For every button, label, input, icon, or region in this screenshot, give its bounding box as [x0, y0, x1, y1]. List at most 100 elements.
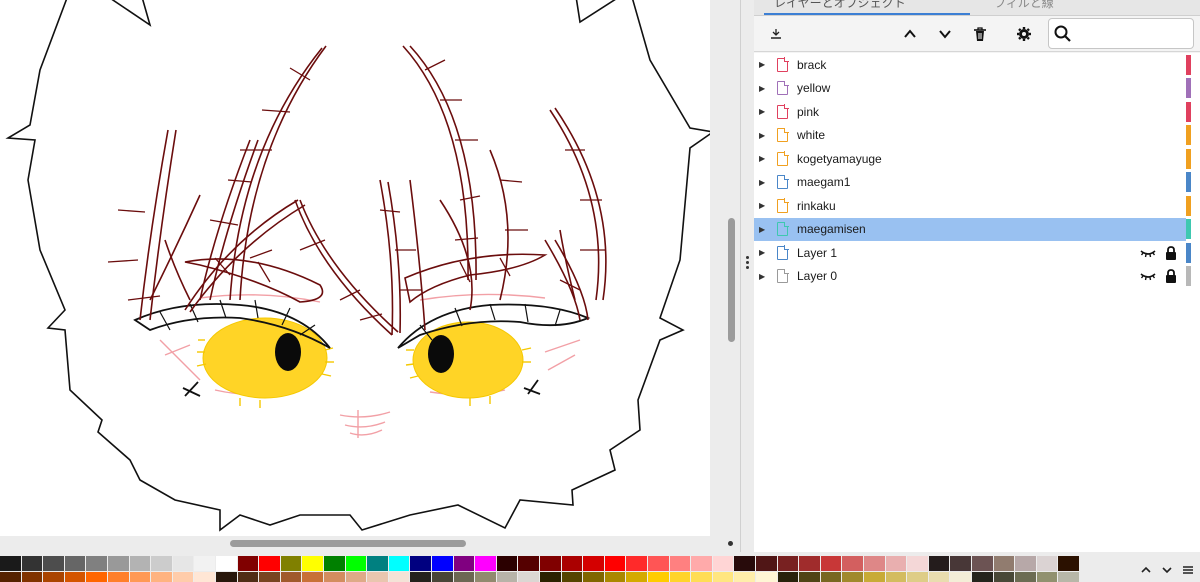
- color-swatch[interactable]: [583, 572, 604, 582]
- color-swatch[interactable]: [1058, 572, 1079, 582]
- color-swatch[interactable]: [972, 572, 993, 582]
- color-swatch[interactable]: [777, 556, 799, 571]
- layer-row[interactable]: ▶ rinkaku: [754, 194, 1186, 217]
- color-swatch[interactable]: [216, 572, 237, 582]
- color-swatch[interactable]: [820, 572, 842, 582]
- color-swatch[interactable]: [1015, 556, 1036, 571]
- layer-color-tag[interactable]: [1186, 266, 1191, 286]
- vertical-scrollbar-thumb[interactable]: [728, 218, 735, 342]
- color-swatch[interactable]: [950, 556, 971, 571]
- color-swatch[interactable]: [324, 572, 345, 582]
- color-swatch[interactable]: [712, 556, 734, 571]
- color-swatch[interactable]: [756, 572, 777, 582]
- lock-icon[interactable]: [1165, 269, 1177, 283]
- new-layer-icon[interactable]: [764, 22, 788, 46]
- color-swatch[interactable]: [864, 556, 885, 571]
- color-swatch[interactable]: [540, 572, 561, 582]
- color-swatch[interactable]: [86, 572, 107, 582]
- color-swatch[interactable]: [345, 556, 367, 571]
- color-swatch[interactable]: [475, 556, 496, 571]
- color-swatch[interactable]: [43, 556, 64, 571]
- color-swatch[interactable]: [734, 572, 755, 582]
- color-swatch[interactable]: [928, 572, 950, 582]
- color-swatch[interactable]: [129, 572, 151, 582]
- color-swatch[interactable]: [583, 556, 604, 571]
- expand-arrow-icon[interactable]: ▶: [759, 201, 767, 210]
- color-swatch[interactable]: [864, 572, 885, 582]
- layer-color-tag[interactable]: [1186, 195, 1191, 216]
- expand-arrow-icon[interactable]: ▶: [759, 178, 767, 187]
- color-swatch[interactable]: [1015, 572, 1036, 582]
- color-swatch[interactable]: [280, 572, 302, 582]
- expand-arrow-icon[interactable]: ▶: [759, 131, 767, 140]
- layer-color-tag[interactable]: [1186, 242, 1191, 263]
- search-input[interactable]: [1077, 22, 1189, 45]
- color-swatch[interactable]: [604, 556, 626, 571]
- layer-row[interactable]: ▶ maegam1: [754, 171, 1186, 194]
- color-swatch[interactable]: [518, 556, 539, 571]
- layer-color-tag[interactable]: [1186, 219, 1191, 239]
- horizontal-scrollbar-thumb[interactable]: [230, 540, 466, 547]
- tab-fill-stroke[interactable]: フィルと線: [984, 0, 1184, 14]
- color-swatch[interactable]: [561, 572, 583, 582]
- drawing-canvas[interactable]: [0, 0, 710, 536]
- layer-color-tag[interactable]: [1186, 148, 1191, 169]
- color-swatch[interactable]: [842, 556, 863, 571]
- divider-grip-icon[interactable]: [746, 256, 749, 272]
- trash-icon[interactable]: [968, 22, 992, 46]
- color-swatch[interactable]: [237, 556, 259, 571]
- color-swatch[interactable]: [259, 572, 280, 582]
- color-swatch[interactable]: [259, 556, 280, 571]
- color-swatch[interactable]: [950, 572, 971, 582]
- color-swatch[interactable]: [928, 556, 950, 571]
- expand-arrow-icon[interactable]: ▶: [759, 248, 767, 257]
- color-swatch[interactable]: [993, 556, 1015, 571]
- color-swatch[interactable]: [237, 572, 259, 582]
- color-swatch[interactable]: [367, 572, 388, 582]
- color-swatch[interactable]: [345, 572, 367, 582]
- color-swatch[interactable]: [799, 572, 820, 582]
- color-swatch[interactable]: [194, 572, 215, 582]
- color-swatch[interactable]: [1036, 572, 1058, 582]
- color-swatch[interactable]: [64, 556, 86, 571]
- layer-color-tag[interactable]: [1186, 101, 1191, 122]
- color-swatch[interactable]: [388, 572, 410, 582]
- color-swatch[interactable]: [388, 556, 410, 571]
- color-swatch[interactable]: [43, 572, 64, 582]
- color-swatch[interactable]: [108, 556, 129, 571]
- color-swatch[interactable]: [799, 556, 820, 571]
- color-swatch[interactable]: [756, 556, 777, 571]
- color-swatch[interactable]: [21, 572, 43, 582]
- color-swatch[interactable]: [561, 556, 583, 571]
- color-swatch[interactable]: [0, 556, 21, 571]
- color-swatch[interactable]: [172, 572, 194, 582]
- color-swatch[interactable]: [453, 572, 475, 582]
- color-swatch[interactable]: [712, 572, 734, 582]
- color-swatch[interactable]: [972, 556, 993, 571]
- color-swatch[interactable]: [777, 572, 799, 582]
- layer-row[interactable]: ▶ maegamisen: [754, 217, 1186, 241]
- color-swatch[interactable]: [648, 556, 669, 571]
- color-swatch[interactable]: [432, 572, 453, 582]
- color-swatch[interactable]: [907, 572, 928, 582]
- color-swatch[interactable]: [194, 556, 215, 571]
- color-swatch[interactable]: [324, 556, 345, 571]
- color-swatch[interactable]: [216, 556, 237, 571]
- layer-row[interactable]: ▶ Layer 1: [754, 241, 1186, 264]
- color-swatch[interactable]: [885, 572, 907, 582]
- color-swatch[interactable]: [302, 572, 323, 582]
- color-swatch[interactable]: [518, 572, 539, 582]
- color-swatch[interactable]: [907, 556, 928, 571]
- color-swatch[interactable]: [0, 572, 21, 582]
- color-swatch[interactable]: [496, 556, 518, 571]
- color-swatch[interactable]: [648, 572, 669, 582]
- layer-color-tag[interactable]: [1186, 78, 1191, 98]
- gear-icon[interactable]: [1012, 22, 1036, 46]
- expand-arrow-icon[interactable]: ▶: [759, 60, 767, 69]
- color-swatch[interactable]: [172, 556, 194, 571]
- color-swatch[interactable]: [669, 572, 691, 582]
- color-swatch[interactable]: [367, 556, 388, 571]
- layer-row[interactable]: ▶ white: [754, 124, 1186, 147]
- color-swatch[interactable]: [108, 572, 129, 582]
- color-swatch[interactable]: [626, 572, 647, 582]
